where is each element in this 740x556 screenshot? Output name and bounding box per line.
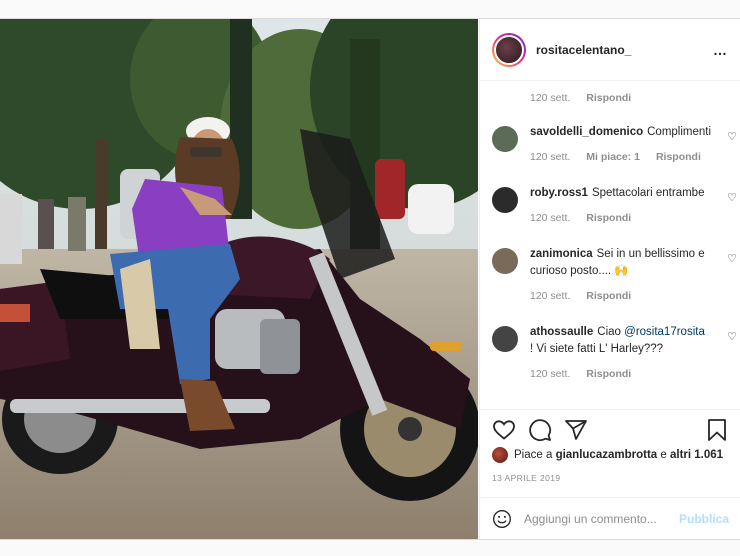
liker-username[interactable]: gianlucazambrotta (556, 449, 658, 461)
comment-heart-icon[interactable]: ♡ (727, 191, 737, 204)
comment-item: savoldelli_domenico Complimenti 120 sett.… (480, 124, 740, 185)
comment-heart-icon[interactable]: ♡ (727, 130, 737, 143)
comments-list[interactable]: 120 sett. Rispondi savoldelli_domenico Co… (480, 82, 740, 407)
comment-time: 120 sett. (530, 151, 571, 163)
comment-text: Spettacolari entrambe (591, 187, 705, 199)
comment-username[interactable]: roby.ross1 (530, 187, 588, 199)
comment-avatar[interactable] (492, 126, 518, 152)
comment-avatar[interactable] (492, 326, 518, 352)
comment-item: athossaulle Ciao @rosita17rosita ! Vi sie… (480, 324, 740, 402)
comment-item: roby.ross1 Spettacolari entrambe 120 sett… (480, 185, 740, 246)
likes-middle: e (660, 449, 667, 461)
reply-link[interactable]: Rispondi (586, 210, 631, 227)
reply-link[interactable]: Rispondi (586, 366, 631, 383)
post-actions (480, 409, 740, 449)
comment-heart-icon[interactable]: ♡ (727, 330, 737, 343)
profile-avatar[interactable] (492, 32, 526, 67)
comment-mention[interactable]: @rosita17rosita (624, 326, 705, 338)
comment-text: Ciao (597, 326, 621, 338)
post-dialog: rositacelentano_ … 120 sett. Rispondi sa… (0, 18, 740, 540)
post-photo[interactable] (0, 19, 478, 539)
post-username[interactable]: rositacelentano_ (536, 43, 713, 57)
reply-link[interactable]: Rispondi (656, 149, 701, 166)
bookmark-icon[interactable] (705, 418, 729, 442)
comment-username[interactable]: athossaulle (530, 326, 593, 338)
comment-avatar[interactable] (492, 248, 518, 274)
share-icon[interactable] (564, 418, 588, 442)
motorcycle-photo (0, 19, 478, 539)
reply-link[interactable]: Rispondi (586, 288, 631, 305)
liker-avatar[interactable] (492, 447, 508, 463)
comment-time: 120 sett. (530, 368, 571, 380)
comment-item: domenico_birbaccioneM (480, 402, 740, 407)
more-icon[interactable]: … (713, 42, 728, 58)
likes-others[interactable]: altri 1.061 (670, 449, 723, 461)
comment-likes[interactable]: Mi piace: 1 (586, 149, 640, 166)
heart-icon[interactable] (492, 418, 516, 442)
comment-input[interactable] (523, 511, 679, 526)
publish-button[interactable]: Pubblica (679, 512, 729, 526)
comment-time: 120 sett. (530, 212, 571, 224)
likes-line: Piace a gianlucazambrotta e altri 1.061 (492, 447, 723, 463)
add-comment-bar: Pubblica (480, 497, 740, 539)
comment-username[interactable]: savoldelli_domenico (530, 126, 643, 138)
comment-icon[interactable] (528, 418, 552, 442)
post-side-panel: rositacelentano_ … 120 sett. Rispondi sa… (479, 19, 740, 539)
comment-avatar[interactable] (492, 187, 518, 213)
smile-icon[interactable] (492, 508, 512, 530)
comment-time: 120 sett. (530, 92, 571, 104)
comment-username[interactable]: zanimonica (530, 248, 593, 260)
comment-meta-partial: 120 sett. Rispondi (480, 82, 740, 124)
comment-heart-icon[interactable]: ♡ (727, 252, 737, 265)
comment-text: Complimenti (647, 126, 712, 138)
comment-text: ! Vi siete fatti L' Harley??? (530, 343, 664, 355)
comment-item: zanimonica Sei in un bellissimo e curioso… (480, 246, 740, 324)
post-header: rositacelentano_ … (480, 19, 740, 81)
post-date: 13 APRILE 2019 (492, 473, 561, 483)
likes-prefix: Piace a (514, 449, 553, 461)
reply-link[interactable]: Rispondi (586, 92, 631, 104)
comment-time: 120 sett. (530, 290, 571, 302)
